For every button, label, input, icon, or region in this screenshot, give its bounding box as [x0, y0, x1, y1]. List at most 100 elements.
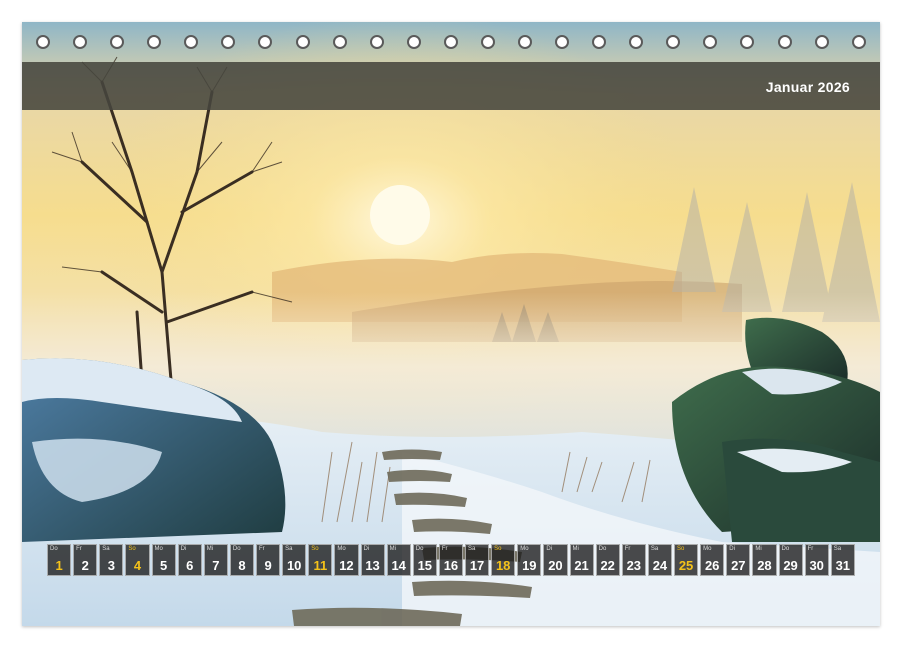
day-number: 17	[469, 558, 485, 573]
day-number: 5	[159, 558, 168, 573]
calendar-day: Do 8	[229, 544, 254, 576]
weekday-label: So	[677, 546, 685, 552]
calendar-day: Sa 17	[465, 544, 490, 576]
calendar-day: Do 1	[47, 544, 72, 576]
day-number: 15	[417, 558, 433, 573]
weekday-label: Mo	[154, 546, 163, 552]
calendar-day: Di 13	[360, 544, 385, 576]
weekday-label: So	[128, 546, 136, 552]
day-number: 7	[212, 558, 220, 573]
weekday-label: Do	[598, 546, 607, 552]
calendar-day: Fr 2	[73, 544, 98, 576]
calendar-day: Di 20	[543, 544, 568, 576]
day-number: 23	[626, 558, 642, 573]
day-number: 28	[757, 558, 772, 573]
weekday-label: Mo	[337, 546, 346, 552]
weekday-label: Di	[363, 546, 370, 552]
binding-rings	[22, 22, 880, 62]
binding-ring	[518, 35, 533, 49]
day-number: 21	[574, 558, 589, 573]
day-number: 31	[835, 558, 851, 573]
binding-ring	[555, 35, 570, 49]
day-number: 16	[443, 558, 459, 573]
weekday-label: Do	[50, 546, 58, 552]
calendar-day: So 4	[125, 544, 150, 576]
day-number: 9	[264, 558, 272, 573]
calendar-day: So 11	[308, 544, 333, 576]
weekday-label: Mi	[755, 546, 762, 552]
calendar-day: Mi 21	[569, 544, 594, 576]
weekday-label: Fr	[76, 546, 82, 552]
calendar-page: Januar 2026 Do 1 Fr 2 Sa 3 So 4 Mo 5 Di 6 Mi 7 Do 8 Fr 9 S…	[22, 22, 880, 626]
day-number: 24	[652, 558, 668, 573]
day-number: 14	[391, 558, 406, 573]
day-number: 6	[186, 558, 194, 573]
weekday-label: Mo	[520, 546, 529, 552]
binding-ring	[184, 35, 199, 49]
winter-landscape-photo	[22, 22, 880, 626]
binding-ring	[851, 35, 866, 49]
calendar-day: Fr 30	[804, 544, 829, 576]
day-number: 13	[365, 558, 380, 573]
calendar-day: Sa 24	[647, 544, 672, 576]
binding-ring	[36, 35, 50, 49]
weekday-label: Di	[546, 546, 553, 552]
day-number: 11	[313, 558, 328, 573]
calendar-day: Di 6	[177, 544, 202, 576]
weekday-label: Di	[180, 546, 187, 552]
weekday-label: So	[311, 546, 319, 552]
calendar-day: Sa 10	[282, 544, 307, 576]
weekday-label: Do	[415, 546, 424, 552]
weekday-label: Sa	[468, 546, 476, 552]
calendar-day: So 25	[674, 544, 699, 576]
binding-ring	[480, 35, 495, 49]
weekday-label: Do	[781, 546, 790, 552]
day-number: 3	[107, 558, 115, 573]
day-number: 12	[339, 558, 354, 573]
day-number: 22	[600, 558, 615, 573]
binding-ring	[332, 35, 347, 49]
binding-ring	[221, 35, 236, 49]
weekday-label: Fr	[441, 546, 448, 552]
calendar-day: Sa 31	[830, 544, 855, 576]
binding-ring	[443, 35, 458, 49]
day-number: 1	[55, 558, 63, 573]
day-number: 10	[286, 558, 302, 573]
calendar-day: Fr 9	[256, 544, 281, 576]
day-number: 8	[238, 558, 246, 573]
day-number: 18	[495, 558, 511, 573]
binding-ring	[703, 35, 718, 49]
day-number: 27	[731, 558, 746, 573]
binding-ring	[406, 35, 421, 49]
weekday-label: Do	[232, 546, 241, 552]
day-number: 4	[133, 558, 142, 573]
calendar-day: Do 15	[412, 544, 437, 576]
weekday-label: Sa	[650, 546, 659, 552]
binding-ring	[369, 35, 384, 49]
binding-ring	[777, 35, 792, 49]
weekday-label: Sa	[833, 546, 842, 552]
weekday-label: So	[494, 546, 502, 552]
calendar-day: Mo 19	[517, 544, 542, 576]
weekday-label: Fr	[807, 546, 814, 552]
weekday-label: Mi	[572, 546, 579, 552]
day-number: 19	[522, 558, 537, 573]
binding-ring	[258, 35, 273, 49]
day-number: 29	[783, 558, 798, 573]
calendar-day: Sa 3	[99, 544, 124, 576]
binding-ring	[740, 35, 755, 49]
binding-ring	[814, 35, 829, 49]
calendar-day: Mi 7	[203, 544, 228, 576]
weekday-label: Mi	[206, 546, 214, 552]
binding-ring	[147, 35, 162, 49]
calendar-day: Mo 5	[151, 544, 176, 576]
calendar-day: Di 27	[726, 544, 751, 576]
day-number: 30	[809, 558, 824, 573]
binding-ring	[295, 35, 310, 49]
day-number: 25	[678, 558, 694, 573]
weekday-label: Mo	[703, 546, 712, 552]
binding-ring	[629, 35, 644, 49]
month-title: Januar 2026	[765, 79, 850, 95]
calendar-day: So 18	[491, 544, 516, 576]
calendar-day: Fr 23	[621, 544, 646, 576]
